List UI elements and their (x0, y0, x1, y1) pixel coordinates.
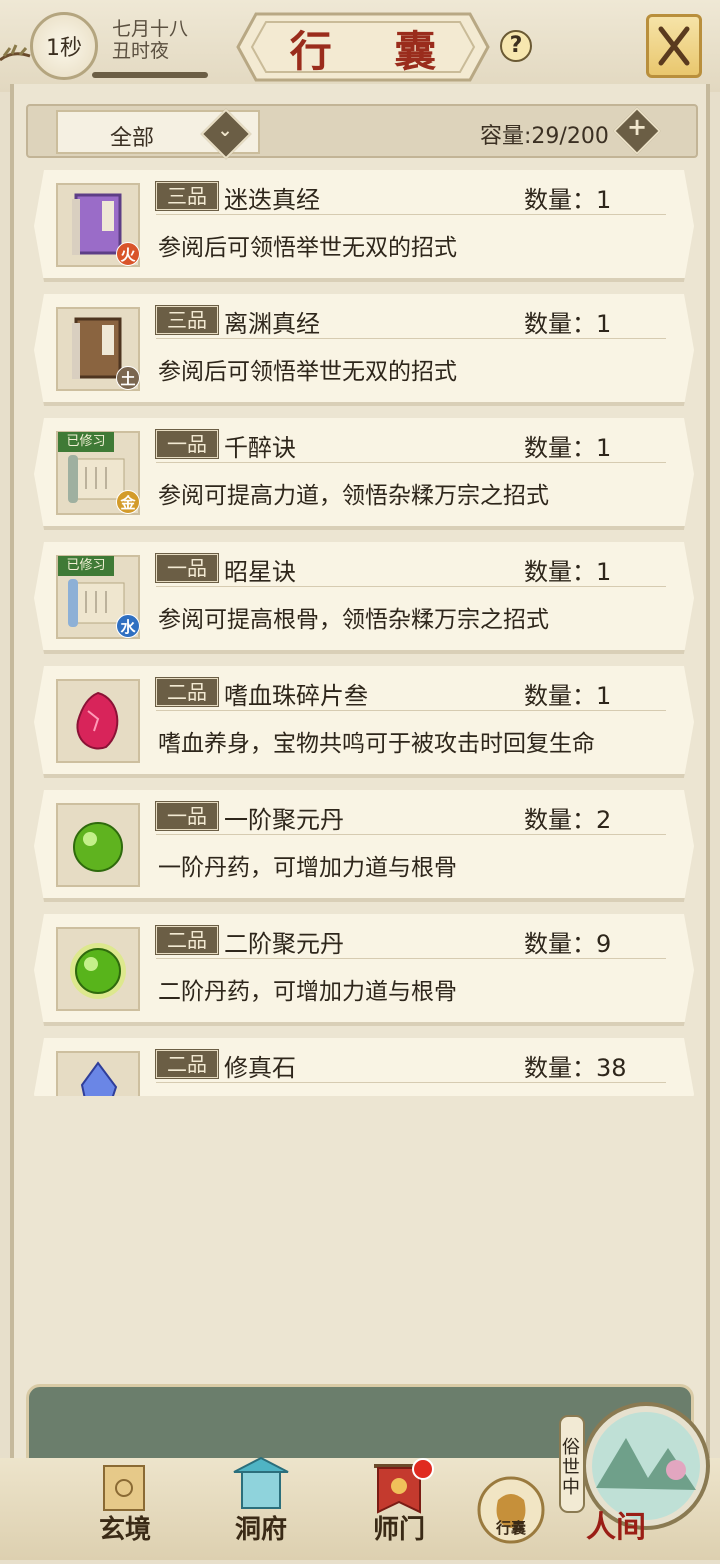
water-element-icon: 水 (116, 614, 140, 638)
item-quantity: 数量：38 (524, 1054, 627, 1082)
pavilion-icon (233, 1456, 289, 1509)
notification-badge (412, 1458, 434, 1480)
list-item[interactable]: 二品 嗜血珠碎片叁 数量：1 嗜血养身，宝物共鸣可于被攻击时回复生命 (34, 666, 694, 778)
nav-shimen[interactable]: 师门 (344, 1458, 454, 1558)
item-quantity: 数量：9 (524, 930, 612, 958)
list-item[interactable]: 已修习 金 一品 千醉诀 数量：1 参阅可提高力道，领悟杂糅万宗之招式 (34, 418, 694, 530)
list-item[interactable]: 二品 二阶聚元丹 数量：9 二阶丹药，可增加力道与根骨 (34, 914, 694, 1026)
item-quantity: 数量：1 (524, 310, 612, 338)
item-name: 离渊真经 (224, 310, 320, 338)
date-line2: 丑时夜 (112, 40, 170, 62)
nav-dongfu[interactable]: 洞府 (206, 1456, 316, 1558)
item-quantity: 数量：2 (524, 806, 612, 834)
learned-tag: 已修习 (58, 432, 114, 452)
grade-badge: 三品 (156, 182, 218, 210)
help-button[interactable]: ? (500, 30, 532, 62)
capacity-label: 容量:29/200 (480, 124, 609, 149)
divider (156, 462, 666, 463)
grade-badge: 三品 (156, 306, 218, 334)
speed-timer-button[interactable]: 1秒 (30, 12, 98, 80)
divider (156, 338, 666, 339)
time-progress-bar (92, 72, 208, 78)
nav-label: 师门 (372, 1515, 425, 1545)
category-filter-dropdown[interactable]: 全部 ⌄ (56, 108, 260, 160)
item-name: 二阶聚元丹 (224, 930, 344, 958)
item-name: 嗜血珠碎片叁 (224, 682, 368, 710)
nav-label: 行囊 (495, 1519, 526, 1537)
item-quantity: 数量：1 (524, 558, 612, 586)
blue-crystal-icon (56, 1051, 140, 1096)
grade-badge: 二品 (156, 926, 218, 954)
item-name: 一阶聚元丹 (224, 806, 344, 834)
plus-icon: + (626, 113, 648, 141)
item-description: 一阶丹药，可增加力道与根骨 (158, 855, 457, 881)
divider (156, 214, 666, 215)
grade-badge: 二品 (156, 1050, 218, 1078)
item-quantity: 数量：1 (524, 186, 612, 214)
divider (156, 958, 666, 959)
divider (156, 710, 666, 711)
sushi-label: 俗世中 (562, 1437, 580, 1498)
item-description: 参阅后可领悟举世无双的招式 (158, 235, 457, 261)
nav-xuanjing[interactable]: 玄境 (70, 1458, 180, 1558)
nav-label: 人间 (586, 1510, 646, 1545)
divider (156, 586, 666, 587)
grade-badge: 二品 (156, 678, 218, 706)
glowing-green-pill-icon (56, 927, 140, 1011)
item-name: 修真石 (224, 1054, 296, 1082)
green-pill-icon (56, 803, 140, 887)
item-description: 参阅后可领悟举世无双的招式 (158, 359, 457, 385)
list-item[interactable]: 已修习 水 一品 昭星诀 数量：1 参阅可提高根骨，领悟杂糅万宗之招式 (34, 542, 694, 654)
filter-selected: 全部 (110, 126, 155, 151)
grade-badge: 一品 (156, 802, 218, 830)
chevron-down-icon: ⌄ (217, 120, 233, 141)
nav-xingnang[interactable]: 行囊 (474, 1458, 548, 1558)
game-date: 七月十八 丑时夜 (112, 18, 188, 62)
bag-icon (477, 1476, 545, 1544)
item-quantity: 数量：1 (524, 434, 612, 462)
item-name: 昭星诀 (224, 558, 296, 586)
list-item[interactable]: 土 三品 离渊真经 数量：1 参阅后可领悟举世无双的招式 (34, 294, 694, 406)
item-description: 参阅可提高力道，领悟杂糅万宗之招式 (158, 483, 549, 509)
page-title: 行 囊 (289, 27, 461, 76)
item-description: 二阶丹药，可增加力道与根骨 (158, 979, 457, 1005)
divider (156, 834, 666, 835)
learned-tag: 已修习 (58, 556, 114, 576)
fire-element-icon: 火 (116, 242, 140, 266)
close-icon (658, 26, 690, 66)
list-item[interactable]: 一品 一阶聚元丹 数量：2 一阶丹药，可增加力道与根骨 (34, 790, 694, 902)
timer-label: 1秒 (46, 36, 82, 61)
grade-badge: 一品 (156, 554, 218, 582)
item-name: 千醉诀 (224, 434, 296, 462)
item-description: 参阅可提高根骨，领悟杂糅万宗之招式 (158, 607, 549, 633)
list-item[interactable]: 火 三品 迷迭真经 数量：1 参阅后可领悟举世无双的招式 (34, 170, 694, 282)
nav-label: 玄境 (98, 1515, 151, 1545)
metal-element-icon: 金 (116, 490, 140, 514)
item-list[interactable]: 火 三品 迷迭真经 数量：1 参阅后可领悟举世无双的招式 土 三品 离渊真经 数… (22, 164, 700, 1096)
divider (156, 1082, 666, 1083)
date-line1: 七月十八 (112, 18, 189, 40)
close-button[interactable] (646, 14, 702, 78)
item-quantity: 数量：1 (524, 682, 612, 710)
red-shard-icon (56, 679, 140, 763)
nav-label: 洞府 (234, 1515, 287, 1545)
item-description: 嗜血养身，宝物共鸣可于被攻击时回复生命 (158, 731, 595, 757)
earth-element-icon: 土 (116, 366, 140, 390)
list-item[interactable]: 二品 修真石 数量：38 (34, 1038, 694, 1096)
item-name: 迷迭真经 (224, 186, 320, 214)
grade-badge: 一品 (156, 430, 218, 458)
nav-renjian[interactable]: 俗世中 人间 (556, 1398, 716, 1560)
